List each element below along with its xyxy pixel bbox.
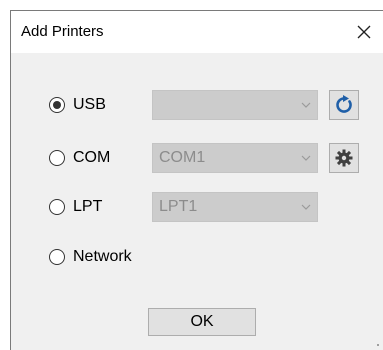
add-printers-dialog: Add Printers USB COM COM1 LPT LPT1 Netwo… bbox=[10, 10, 383, 350]
lpt-port-select[interactable]: LPT1 bbox=[152, 192, 318, 222]
network-label: Network bbox=[73, 248, 132, 265]
com-option[interactable]: COM bbox=[49, 143, 110, 173]
chevron-down-icon bbox=[295, 193, 317, 221]
close-button[interactable] bbox=[351, 19, 377, 45]
network-option[interactable]: Network bbox=[49, 242, 132, 272]
lpt-option[interactable]: LPT bbox=[49, 192, 102, 222]
resize-grip[interactable] bbox=[377, 344, 379, 346]
lpt-port-value: LPT1 bbox=[159, 198, 198, 215]
chevron-down-icon bbox=[295, 144, 317, 172]
ok-button[interactable]: OK bbox=[148, 308, 256, 336]
com-settings-button[interactable] bbox=[329, 143, 359, 173]
com-port-select[interactable]: COM1 bbox=[152, 143, 318, 173]
title-bar: Add Printers bbox=[11, 11, 383, 53]
network-radio[interactable] bbox=[49, 249, 65, 265]
usb-label: USB bbox=[73, 96, 106, 113]
com-label: COM bbox=[73, 149, 111, 166]
gear-icon bbox=[335, 149, 353, 167]
com-radio[interactable] bbox=[49, 150, 65, 166]
dialog-title: Add Printers bbox=[21, 23, 104, 40]
usb-option[interactable]: USB bbox=[49, 90, 106, 120]
close-icon bbox=[357, 25, 371, 39]
chevron-down-icon bbox=[295, 91, 317, 119]
lpt-label: LPT bbox=[73, 198, 103, 215]
lpt-radio[interactable] bbox=[49, 199, 65, 215]
com-port-value: COM1 bbox=[159, 149, 206, 166]
radio-selected-dot bbox=[53, 101, 61, 109]
usb-port-select[interactable] bbox=[152, 90, 318, 120]
usb-radio[interactable] bbox=[49, 97, 65, 113]
refresh-button[interactable] bbox=[329, 90, 359, 120]
refresh-icon bbox=[336, 95, 352, 113]
